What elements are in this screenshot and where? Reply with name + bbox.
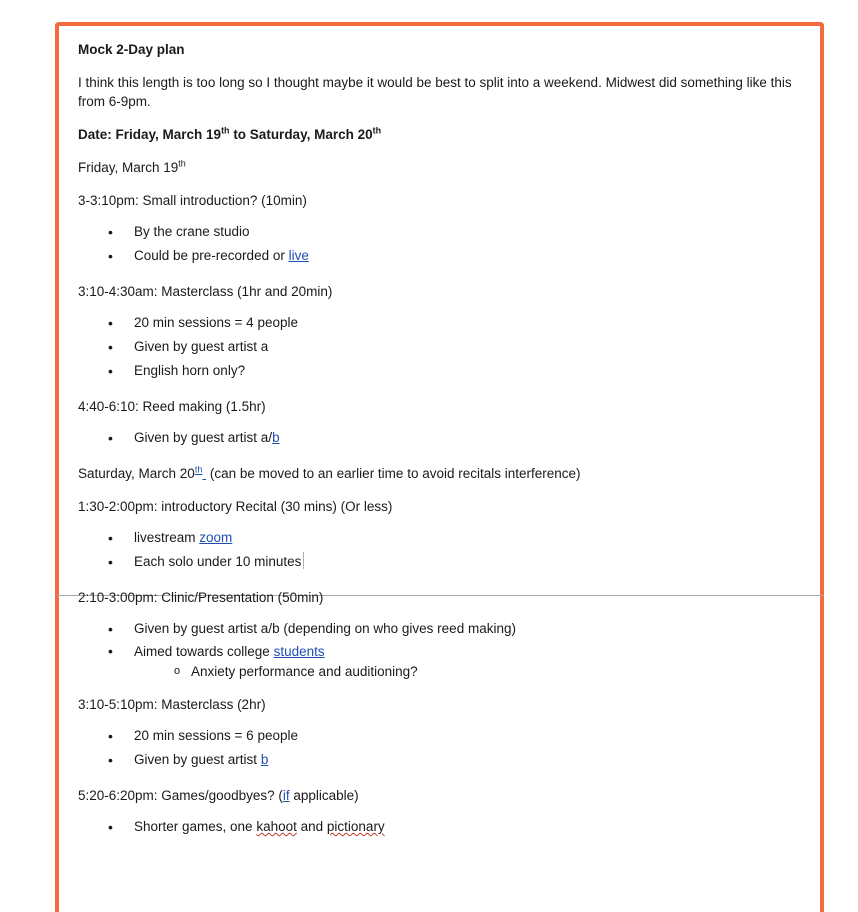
list-item: • 20 min sessions = 4 people [108, 315, 298, 331]
if-link[interactable]: if [283, 788, 290, 803]
list-item: • Shorter games, one kahoot and pictionar… [108, 819, 385, 835]
sub-list-item: o Anxiety performance and auditioning? [174, 664, 418, 679]
reed-making-heading: 4:40-6:10: Reed making (1.5hr) [78, 399, 266, 414]
masterclass-1-list: • 20 min sessions = 4 people • Given by gu… [78, 311, 808, 383]
text-cursor [303, 552, 305, 569]
masterclass-2-list: • 20 min sessions = 6 people • Given by gu… [78, 724, 808, 772]
pictionary-word: pictionary [326, 819, 385, 834]
list-item: • Each solo under 10 minutes [78, 550, 808, 574]
friday-heading: Friday, March 19th [78, 158, 186, 175]
date-line: Date: Friday, March 19th to Saturday, Ma… [78, 125, 382, 142]
list-item: • By the crane studio [108, 224, 250, 240]
list-item: • English horn only? [108, 363, 246, 379]
list-item: • livestream zoom [108, 530, 233, 546]
zoom-link[interactable]: zoom [199, 530, 232, 545]
list-item: • Could be pre-recorded or live [108, 248, 309, 264]
games-list: • Shorter games, one kahoot and pictionar… [78, 815, 808, 839]
masterclass-1-heading: 3:10-4:30am: Masterclass (1hr and 20min) [78, 284, 333, 299]
list-item: • Given by guest artist a/b (depending on… [108, 621, 516, 637]
recital-list: • livestream zoom • Each solo under 10 min… [78, 526, 808, 574]
reed-making-list: • Given by guest artist a/b [78, 426, 808, 450]
students-link[interactable]: students [274, 644, 325, 659]
games-heading: 5:20-6:20pm: Games/goodbyes? (if applica… [78, 788, 359, 803]
list-item: • 20 min sessions = 6 people [108, 728, 298, 744]
session-intro-heading: 3-3:10pm: Small introduction? (10min) [78, 193, 307, 208]
artist-b-link[interactable]: b [261, 752, 269, 767]
saturday-heading: Saturday, March 20th (can be moved to an… [78, 464, 581, 481]
intro-paragraph: I think this length is too long so I tho… [78, 75, 792, 109]
clinic-heading: 2:10-3:00pm: Clinic/Presentation (50min) [78, 590, 324, 605]
session-intro-list: • By the crane studio • Could be pre-recor… [78, 220, 808, 268]
live-link[interactable]: live [289, 248, 309, 263]
recital-heading: 1:30-2:00pm: introductory Recital (30 mi… [78, 499, 393, 514]
list-item: • Aimed towards college students [108, 643, 325, 659]
masterclass-2-heading: 3:10-5:10pm: Masterclass (2hr) [78, 697, 266, 712]
list-item: • Given by guest artist a/b [108, 430, 280, 446]
list-item: • Given by guest artist a [108, 339, 269, 355]
kahoot-word: kahoot [256, 819, 297, 834]
doc-title: Mock 2-Day plan [78, 42, 185, 57]
document-body[interactable]: Mock 2-Day plan I think this length is t… [78, 40, 808, 853]
artist-b-link[interactable]: b [272, 430, 280, 445]
list-item: • Given by guest artist b [108, 752, 269, 768]
clinic-list: • Given by guest artist a/b (depending on… [78, 617, 808, 681]
